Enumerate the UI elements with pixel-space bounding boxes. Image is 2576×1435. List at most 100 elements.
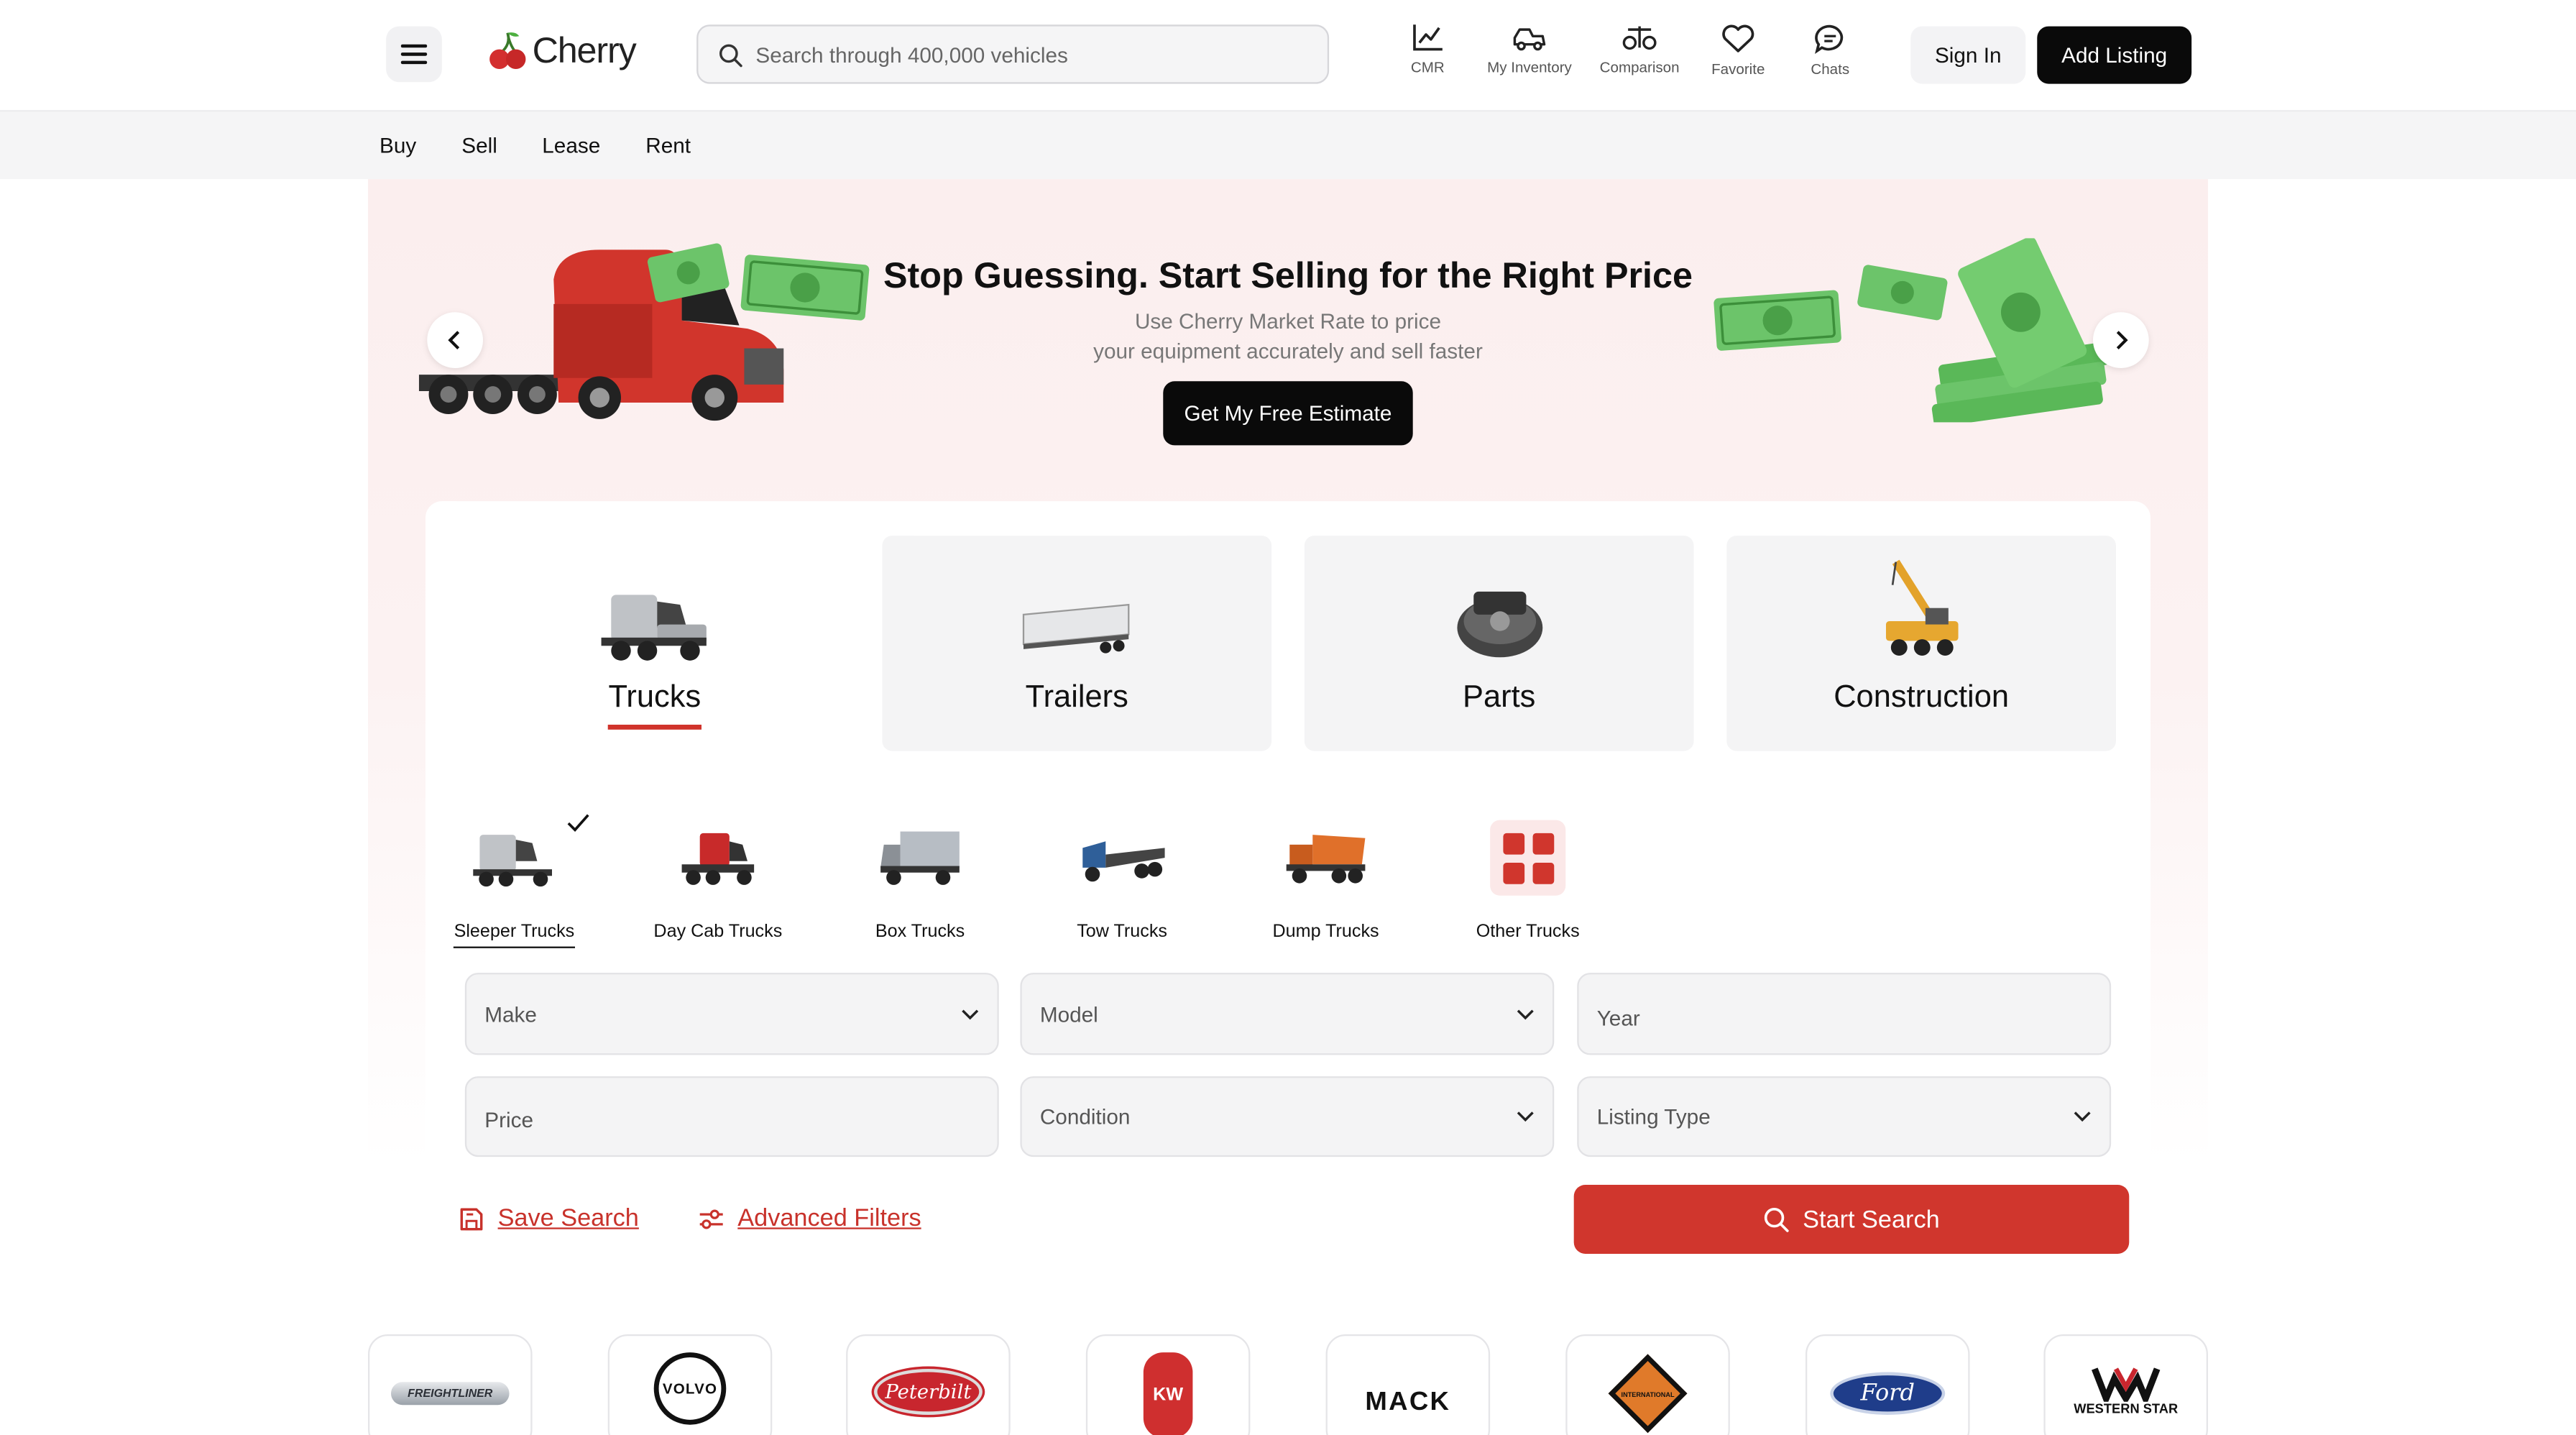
category-trucks[interactable]: Trucks: [460, 536, 850, 751]
nav-chats-label: Chats: [1811, 60, 1850, 78]
peterbilt-logo: Peterbilt: [873, 1368, 983, 1415]
category-construction-label: Construction: [1834, 680, 2010, 715]
crane-image: [1885, 559, 1958, 656]
sleeper-truck-thumb: [473, 835, 552, 887]
grid-icon: [1490, 820, 1566, 896]
subcategory-other-trucks[interactable]: Other Trucks: [1438, 817, 1618, 942]
subcategory-tow-trucks[interactable]: Tow Trucks: [1031, 817, 1212, 942]
free-estimate-button[interactable]: Get My Free Estimate: [1163, 381, 1413, 446]
truck-icon: [1513, 28, 1546, 51]
model-select[interactable]: Model: [1020, 973, 1555, 1055]
box-truck-thumb: [880, 831, 960, 885]
listing-type-select-label: Listing Type: [1596, 1104, 1711, 1129]
condition-select-label: Condition: [1039, 1104, 1131, 1129]
price-input-label: Price: [484, 1107, 533, 1132]
price-input[interactable]: Price: [464, 1076, 999, 1157]
western-star-logo-text: WESTERN STAR: [2074, 1401, 2179, 1417]
menu-button[interactable]: [386, 26, 442, 83]
category-trailers[interactable]: Trailers: [882, 536, 1272, 751]
heart-icon: [1722, 24, 1754, 52]
year-input[interactable]: Year: [1577, 973, 2112, 1055]
nav-chats[interactable]: Chats: [1807, 23, 1853, 77]
nav-comparison[interactable]: Comparison: [1593, 23, 1685, 75]
freightliner-logo: FREIGHTLINER: [390, 1382, 510, 1406]
nav-my-inventory-label: My Inventory: [1487, 59, 1572, 76]
hamburger-icon: [400, 44, 428, 65]
search-icon: [1765, 1207, 1790, 1232]
international-logo: INTERNATIONAL: [1606, 1352, 1688, 1434]
make-select-label: Make: [484, 1001, 537, 1027]
chevron-down-icon: [2074, 1111, 2091, 1122]
add-listing-button[interactable]: Add Listing: [2037, 26, 2192, 84]
subnav-sell[interactable]: Sell: [461, 133, 497, 157]
subcategory-tow-trucks-label: Tow Trucks: [1077, 922, 1167, 942]
check-icon: [567, 814, 589, 832]
category-construction[interactable]: Construction: [1726, 536, 2116, 751]
category-parts-label: Parts: [1462, 680, 1536, 715]
hero-subtitle-line1: Use Cherry Market Rate to price: [1134, 308, 1442, 334]
cherry-icon: [489, 32, 526, 69]
chevron-down-icon: [962, 1009, 979, 1019]
brand-kenworth[interactable]: KW: [1085, 1334, 1251, 1435]
hero-title: Stop Guessing. Start Selling for the Rig…: [883, 255, 1693, 296]
category-parts[interactable]: Parts: [1304, 536, 1694, 751]
advanced-filters-link[interactable]: Advanced Filters: [698, 1204, 921, 1232]
subcategory-box-trucks[interactable]: Box Trucks: [829, 817, 1010, 942]
top-bar: Cherry CMR My Inventory Comparison Favor…: [0, 0, 2576, 111]
nav-cmr[interactable]: CMR: [1407, 23, 1449, 75]
brand-ford[interactable]: Ford: [1805, 1334, 1970, 1435]
nav-my-inventory[interactable]: My Inventory: [1480, 23, 1578, 75]
subnav-rent[interactable]: Rent: [645, 133, 691, 157]
nav-favorite-label: Favorite: [1711, 60, 1765, 78]
category-trailers-label: Trailers: [1025, 680, 1128, 715]
search-input[interactable]: [755, 42, 1298, 67]
ford-logo: Ford: [1830, 1372, 1946, 1415]
search-icon: [719, 43, 742, 67]
brand-freightliner[interactable]: FREIGHTLINER: [367, 1334, 533, 1435]
nav-comparison-label: Comparison: [1599, 59, 1680, 76]
scale-icon: [1622, 26, 1657, 50]
brand-peterbilt[interactable]: Peterbilt: [846, 1334, 1011, 1435]
cherry-logo[interactable]: Cherry: [487, 29, 637, 72]
nav-cmr-label: CMR: [1410, 59, 1445, 76]
day-cab-truck-thumb: [681, 833, 755, 885]
subnav-buy[interactable]: Buy: [380, 133, 416, 157]
international-logo-text: INTERNATIONAL: [1621, 1389, 1675, 1398]
search-bar[interactable]: [696, 24, 1330, 84]
brand-international[interactable]: INTERNATIONAL: [1565, 1334, 1730, 1435]
chevron-down-icon: [1517, 1009, 1534, 1019]
subcategory-box-trucks-label: Box Trucks: [875, 922, 965, 942]
start-search-button[interactable]: Start Search: [1573, 1184, 2130, 1254]
brand-volvo[interactable]: VOLVO: [607, 1334, 773, 1435]
year-input-label: Year: [1596, 1004, 1640, 1030]
chart-icon: [1413, 24, 1443, 51]
start-search-label: Start Search: [1803, 1205, 1940, 1234]
subcategory-dump-trucks[interactable]: Dump Trucks: [1236, 817, 1416, 942]
logo-text: Cherry: [532, 29, 637, 71]
part-image: [1456, 591, 1542, 658]
save-search-label: Save Search: [497, 1204, 639, 1233]
brand-mack[interactable]: MACK: [1325, 1334, 1491, 1435]
listing-type-select[interactable]: Listing Type: [1577, 1076, 2112, 1157]
nav-favorite[interactable]: Favorite: [1708, 23, 1767, 77]
tow-truck-thumb: [1082, 841, 1165, 882]
chat-icon: [1815, 24, 1844, 55]
make-select[interactable]: Make: [464, 973, 999, 1055]
western-star-logo: WESTERN STAR: [2074, 1365, 2178, 1416]
condition-select[interactable]: Condition: [1020, 1076, 1555, 1157]
subcategory-sleeper-trucks[interactable]: Sleeper Trucks: [424, 817, 604, 948]
kenworth-logo: KW: [1143, 1352, 1193, 1435]
subcategory-dump-trucks-label: Dump Trucks: [1272, 922, 1379, 942]
sub-navigation: Buy Sell Lease Rent: [0, 110, 2576, 180]
chevron-down-icon: [1517, 1111, 1534, 1122]
subnav-lease[interactable]: Lease: [542, 133, 600, 157]
brand-western-star[interactable]: WESTERN STAR: [2043, 1334, 2208, 1435]
trailer-image: [1021, 603, 1129, 654]
subcategory-sleeper-trucks-label: Sleeper Trucks: [454, 922, 575, 948]
subcategory-day-cab-trucks[interactable]: Day Cab Trucks: [627, 817, 808, 942]
model-select-label: Model: [1039, 1001, 1098, 1027]
subcategory-other-trucks-label: Other Trucks: [1476, 922, 1580, 942]
sleeper-truck-image: [600, 595, 706, 661]
save-search-link[interactable]: Save Search: [459, 1204, 639, 1232]
sign-in-button[interactable]: Sign In: [1910, 26, 2026, 84]
